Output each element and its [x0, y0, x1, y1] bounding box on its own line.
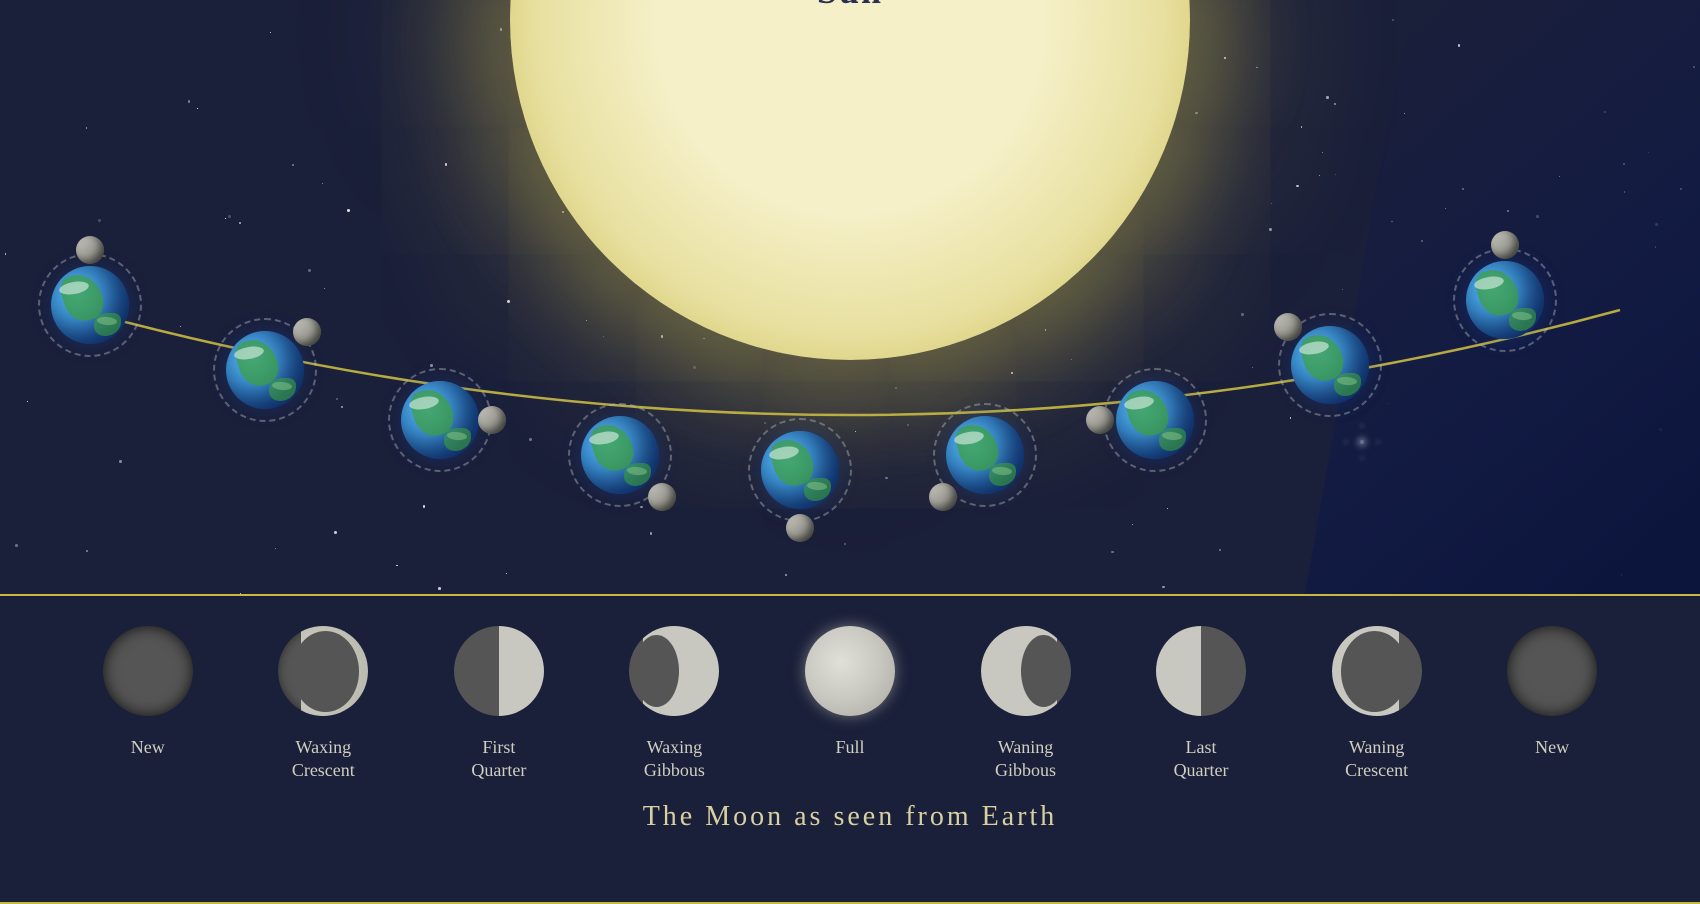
phase-item-waxing-gibbous: Waxing Gibbous	[594, 626, 754, 783]
earth-group-1	[226, 331, 304, 409]
moon-small	[1274, 313, 1302, 341]
phase-item-new-1: New	[68, 626, 228, 759]
phase-moon-full	[805, 626, 895, 716]
moon-small	[478, 406, 506, 434]
phase-label-waxing-crescent: Waxing Crescent	[292, 736, 355, 783]
orbit-path	[0, 0, 1700, 580]
earth-group-7	[1291, 326, 1369, 404]
phase-moon-new-1	[103, 626, 193, 716]
phase-moon-last-quarter	[1156, 626, 1246, 716]
phase-label-full: Full	[835, 736, 864, 759]
main-container: Sun NewWaxing CrescentFirst QuarterWaxin…	[0, 0, 1700, 904]
earth	[226, 331, 304, 409]
earth	[946, 416, 1024, 494]
earth-group-3	[581, 416, 659, 494]
phase-moon-waxing-gibbous	[629, 626, 719, 716]
phase-moon-waxing-crescent	[278, 626, 368, 716]
phase-label-waning-gibbous: Waning Gibbous	[995, 736, 1056, 783]
phases-row: New Waxing Crescent First Quarter Waxing Gi…	[0, 596, 1700, 783]
earth	[1116, 381, 1194, 459]
phase-moon-new-2	[1507, 626, 1597, 716]
phase-item-last-quarter: Last Quarter	[1121, 626, 1281, 783]
moon-small	[786, 514, 814, 542]
earth-group-8	[1466, 261, 1544, 339]
moon-small	[1491, 231, 1519, 259]
earth-group-6	[1116, 381, 1194, 459]
earth	[761, 431, 839, 509]
earth-group-5	[946, 416, 1024, 494]
moon-small	[293, 318, 321, 346]
phase-label-first-quarter: First Quarter	[471, 736, 526, 783]
phase-label-waxing-gibbous: Waxing Gibbous	[644, 736, 705, 783]
phase-item-waning-crescent: Waning Crescent	[1297, 626, 1457, 783]
phase-label-new-2: New	[1535, 736, 1569, 759]
moon-small	[1086, 406, 1114, 434]
phase-moon-waning-crescent	[1332, 626, 1422, 716]
earth	[1291, 326, 1369, 404]
phase-item-waxing-crescent: Waxing Crescent	[243, 626, 403, 783]
phase-item-full: Full	[770, 626, 930, 759]
phase-label-last-quarter: Last Quarter	[1174, 736, 1229, 783]
moon-small	[929, 483, 957, 511]
phase-item-new-2: New	[1472, 626, 1632, 759]
phase-moon-first-quarter	[454, 626, 544, 716]
phase-item-first-quarter: First Quarter	[419, 626, 579, 783]
phase-label-waning-crescent: Waning Crescent	[1345, 736, 1408, 783]
moon-small	[648, 483, 676, 511]
earth-group-2	[401, 381, 479, 459]
phase-moon-waning-gibbous	[981, 626, 1071, 716]
phase-item-waning-gibbous: Waning Gibbous	[946, 626, 1106, 783]
earth-group-0	[51, 266, 129, 344]
bottom-title: The Moon as seen from Earth	[0, 801, 1700, 833]
moon-small	[76, 236, 104, 264]
earth	[1466, 261, 1544, 339]
earth	[581, 416, 659, 494]
earth-group-4	[761, 431, 839, 509]
phase-label-new-1: New	[131, 736, 165, 759]
earth	[51, 266, 129, 344]
earth	[401, 381, 479, 459]
bottom-panel: New Waxing Crescent First Quarter Waxing Gi…	[0, 594, 1700, 904]
